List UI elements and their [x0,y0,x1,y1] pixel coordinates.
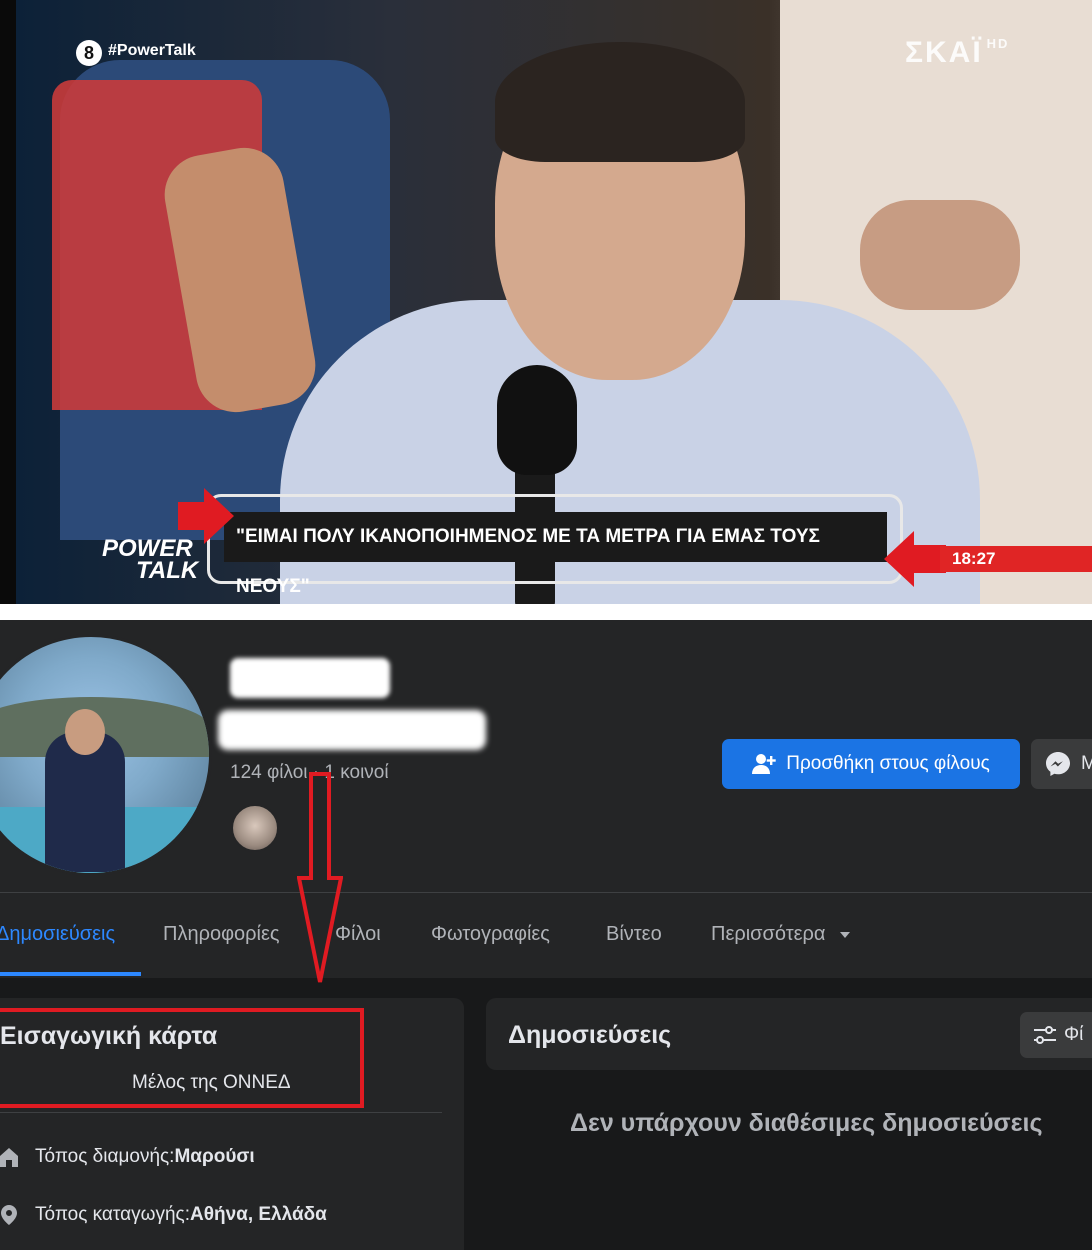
residence-value[interactable]: Μαρούσι [174,1146,254,1168]
channel-logo-hd: HD [986,36,1010,51]
posts-title: Δημοσιεύσεις [508,1021,672,1049]
tab-posts[interactable]: Δημοσιεύσεις [0,923,115,946]
messenger-icon [1046,752,1070,776]
tab-about[interactable]: Πληροφορίες [163,923,280,946]
origin-value[interactable]: Αθήνα, Ελλάδα [190,1204,327,1226]
profile-tabs: Δημοσιεύσεις Πληροφορίες Φίλοι Φωτογραφί… [0,893,1092,977]
mutual-friend-avatar[interactable] [231,804,279,852]
home-icon [0,1148,18,1167]
red-arrow-right-icon [178,488,234,544]
show-logo: POWER TALK [102,537,199,584]
white-gap [0,606,1092,620]
red-down-arrow-icon [297,772,343,983]
intro-divider [0,1112,442,1113]
channel-number-badge: 8 [76,40,102,66]
channel-logo: ΣΚΑΪ HD [905,36,1009,70]
speaker-hair [495,42,745,162]
profile-picture[interactable] [0,634,212,876]
letterbox-bar [0,0,16,606]
filters-label: Φί [1064,1024,1084,1045]
message-label: Μ [1081,753,1092,774]
show-logo-line2: TALK [136,557,199,584]
active-tab-indicator [0,972,141,976]
tab-photos[interactable]: Φωτογραφίες [431,923,550,946]
caption-text: "ΕΙΜΑΙ ΠΟΛΥ ΙΚΑΝΟΠΟΙΗΜΕΝΟΣ ΜΕ ΤΑ ΜΕΤΡΑ Γ… [224,512,887,597]
caret-down-icon [840,931,851,938]
location-pin-icon [1,1205,17,1225]
tab-videos[interactable]: Βίντεο [606,923,662,946]
avatar-head [65,709,105,755]
red-arrow-left-icon [884,531,946,587]
highlight-rectangle [0,1008,364,1108]
origin-label: Τόπος καταγωγής: [35,1204,190,1225]
audience-hands [860,200,1020,310]
add-friend-button[interactable]: Προσθήκη στους φίλους [722,739,1020,789]
origin-row: Τόπος καταγωγής: Αθήνα, Ελλάδα [0,1204,327,1226]
add-friend-label: Προσθήκη στους φίλους [786,753,990,774]
residence-row: Τόπος διαμονής: Μαρούσι [0,1146,255,1168]
residence-label: Τόπος διαμονής: [35,1146,175,1167]
tab-more[interactable]: Περισσότερα [711,923,851,946]
message-button[interactable]: Μ [1031,739,1092,789]
microphone-icon [497,365,577,475]
broadcast-time: 18:27 [940,546,1092,572]
channel-logo-text: ΣΚΑΪ [905,36,983,69]
facebook-profile: 124 φίλοι · 1 κοινοί Προσθήκη στους φίλο… [0,606,1092,1250]
no-posts-message: Δεν υπάρχουν διαθέσιμες δημοσιεύσεις [570,1109,1043,1137]
filter-sliders-icon [1034,1026,1056,1044]
tab-more-label: Περισσότερα [711,923,826,945]
add-friend-icon [752,754,776,774]
redacted-first-name [230,658,390,698]
redacted-last-name [218,710,486,750]
filters-button[interactable]: Φί [1020,1012,1092,1058]
tv-frame: 8 #PowerTalk ΣΚΑΪ HD POWER TALK "ΕΙΜΑΙ ΠΟ… [0,0,1092,606]
show-hashtag: #PowerTalk [108,42,196,59]
